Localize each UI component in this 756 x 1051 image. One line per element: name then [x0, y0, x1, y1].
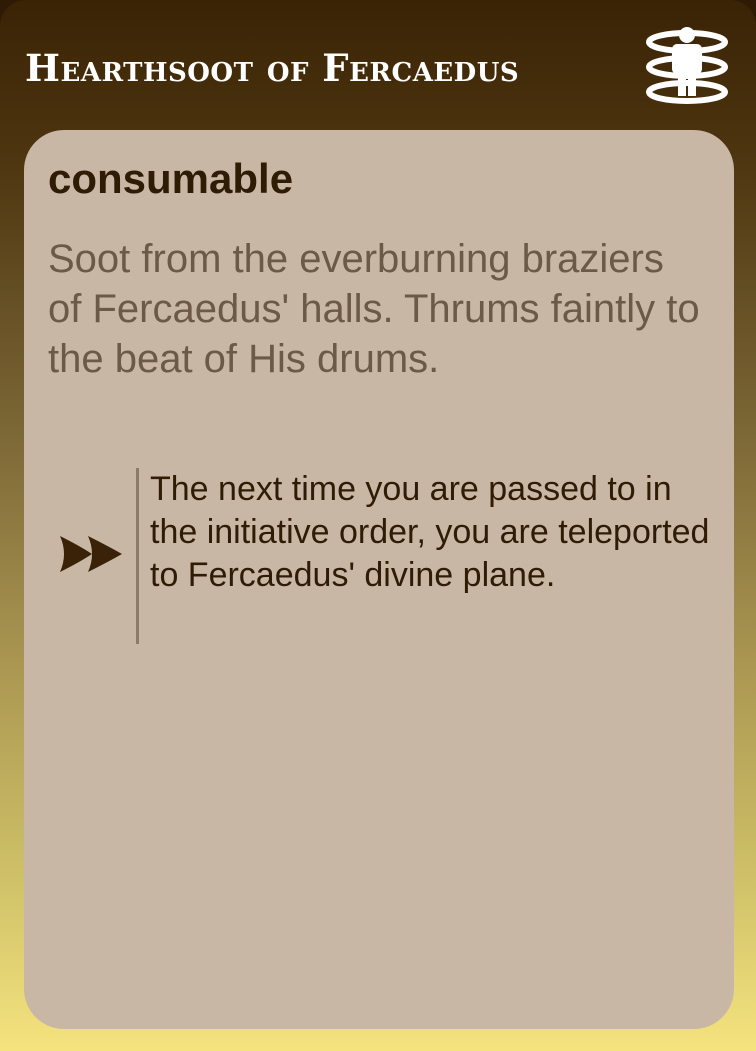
effect-block: The next time you are passed to in the i… [48, 468, 718, 644]
effect-divider [136, 468, 139, 644]
teleport-person-icon [646, 27, 728, 104]
effect-text: The next time you are passed to in the i… [150, 470, 710, 594]
card-body-panel: consumable Soot from the everburning bra… [24, 130, 734, 1029]
fast-forward-icon [60, 536, 122, 572]
item-card: Hearthsoot of Fercaedus consumable Soot … [0, 0, 756, 1051]
item-category: consumable [48, 155, 294, 202]
card-title: Hearthsoot of Fercaedus [25, 46, 520, 90]
flavor-text: Soot from the everburning braziers of Fe… [48, 237, 700, 381]
